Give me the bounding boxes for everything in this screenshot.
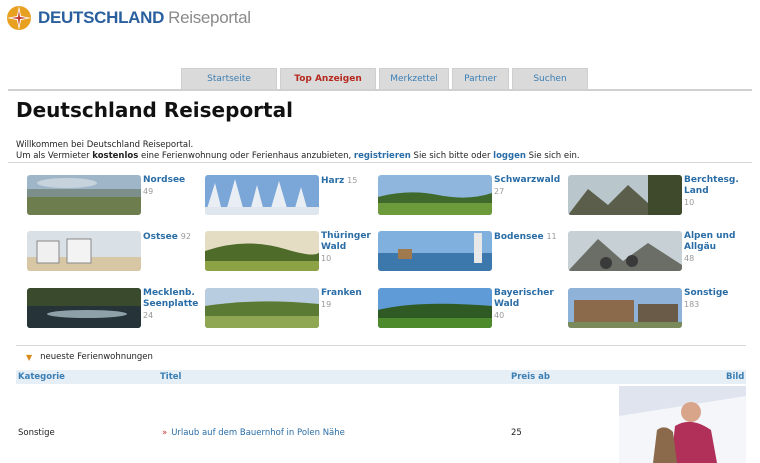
region-sonstige[interactable]: Sonstige 183 [568, 288, 728, 328]
intro-text: Willkommen bei Deutschland Reiseportal. … [16, 140, 580, 162]
tab-top-anzeigen[interactable]: Top Anzeigen [280, 68, 376, 89]
region-thumbnail[interactable] [205, 175, 319, 215]
region-thumbnail[interactable] [205, 231, 319, 271]
row-category: Sonstige [18, 428, 55, 438]
login-link[interactable]: loggen [493, 151, 526, 161]
logo-text: DEUTSCHLAND Reiseportal [38, 8, 251, 28]
intro-text-part: eine Ferienwohnung oder Ferienhaus anzub… [138, 151, 354, 161]
intro-text-part: Sie sich bitte oder [410, 151, 494, 161]
region-name[interactable]: Sonstige [684, 288, 728, 299]
region-thumbnail[interactable] [378, 231, 492, 271]
column-titel[interactable]: Titel [160, 372, 181, 382]
region-nordsee[interactable]: Nordsee 49 [27, 175, 185, 215]
row-title-text[interactable]: Urlaub auf dem Bauernhof in Polen Nähe [171, 428, 345, 438]
intro-text-part: Um als Vermieter [16, 151, 93, 161]
region-thumbnail[interactable] [27, 288, 141, 328]
region-name[interactable]: Alpen und Allgäu [684, 231, 735, 253]
region-count: 183 [684, 300, 700, 309]
newest-heading[interactable]: ▼ neueste Ferienwohnungen [26, 352, 153, 362]
region-thumbnail[interactable] [568, 231, 682, 271]
column-bild[interactable]: Bild [726, 372, 744, 382]
region-schwarzwald[interactable]: Schwarzwald 27 [378, 175, 560, 215]
region-count: 15 [347, 176, 358, 185]
logo-brand: DEUTSCHLAND [38, 8, 165, 27]
row-thumbnail[interactable] [619, 386, 746, 463]
tab-merkzettel[interactable]: Merkzettel [379, 68, 449, 89]
row-price: 25 [511, 428, 522, 438]
region-count: 19 [321, 300, 332, 309]
region-count: 40 [494, 311, 505, 320]
region-name[interactable]: Thüringer Wald [321, 231, 371, 253]
region-count: 10 [684, 198, 695, 207]
intro-divider [8, 162, 752, 163]
region-name[interactable]: Berchtesg. Land [684, 175, 739, 197]
intro-text-part: Sie sich ein. [525, 151, 580, 161]
region-count: 10 [321, 254, 332, 263]
region-count: 24 [143, 311, 154, 320]
region-thumbnail[interactable] [27, 175, 141, 215]
intro-vermieter: Um als Vermieter kostenlos eine Ferienwo… [16, 151, 580, 162]
region-name[interactable]: Schwarzwald [494, 175, 560, 186]
region-bodensee[interactable]: Bodensee 11 [378, 231, 557, 271]
tab-partner[interactable]: Partner [452, 68, 509, 89]
region-count: 11 [546, 232, 557, 241]
region-thumbnail[interactable] [27, 231, 141, 271]
region-thumbnail[interactable] [378, 175, 492, 215]
region-thumbnail[interactable] [568, 175, 682, 215]
row-title-link[interactable]: » Urlaub auf dem Bauernhof in Polen Nähe [162, 428, 345, 438]
region-thueringer-wald[interactable]: Thüringer Wald 10 [205, 231, 371, 271]
region-alpen-allgaeu[interactable]: Alpen und Allgäu 48 [568, 231, 735, 271]
tab-suchen[interactable]: Suchen [512, 68, 588, 89]
region-harz[interactable]: Harz 15 [205, 175, 357, 215]
intro-welcome: Willkommen bei Deutschland Reiseportal. [16, 140, 194, 150]
double-chevron-right-icon: » [162, 428, 168, 438]
region-name[interactable]: Harz [321, 176, 344, 186]
tab-startseite[interactable]: Startseite [181, 68, 277, 89]
register-link[interactable]: registrieren [354, 151, 411, 161]
region-count: 27 [494, 187, 505, 196]
region-name[interactable]: Bodensee [494, 232, 544, 242]
region-count: 49 [143, 187, 154, 196]
nav-divider [8, 89, 752, 91]
region-name[interactable]: Franken [321, 288, 362, 299]
region-count: 48 [684, 254, 695, 263]
column-kategorie[interactable]: Kategorie [18, 372, 65, 382]
section-divider [16, 345, 746, 346]
newest-heading-label: neueste Ferienwohnungen [40, 352, 153, 362]
logo-star-icon [7, 6, 31, 30]
region-berchtesgadener-land[interactable]: Berchtesg. Land 10 [568, 175, 739, 215]
region-thumbnail[interactable] [568, 288, 682, 328]
region-ostsee[interactable]: Ostsee 92 [27, 231, 191, 271]
region-count: 92 [180, 232, 191, 241]
intro-kostenlos: kostenlos [92, 151, 139, 161]
site-logo[interactable]: DEUTSCHLAND Reiseportal [6, 4, 251, 32]
column-preis[interactable]: Preis ab [511, 372, 550, 382]
region-name[interactable]: Nordsee [143, 175, 185, 186]
main-navigation: Startseite Top Anzeigen Merkzettel Partn… [181, 68, 588, 89]
page-title: Deutschland Reiseportal [16, 98, 293, 122]
region-name[interactable]: Mecklenb. Seenplatte [143, 288, 198, 310]
region-thumbnail[interactable] [205, 288, 319, 328]
chevron-down-icon: ▼ [26, 352, 33, 362]
region-name[interactable]: Ostsee [143, 232, 178, 242]
listings-table-header [16, 370, 746, 384]
region-name[interactable]: Bayerischer Wald [494, 288, 554, 310]
region-franken[interactable]: Franken 19 [205, 288, 362, 328]
logo-subtitle: Reiseportal [168, 8, 251, 27]
region-thumbnail[interactable] [378, 288, 492, 328]
region-bayerischer-wald[interactable]: Bayerischer Wald 40 [378, 288, 554, 328]
region-mecklenburg-seenplatte[interactable]: Mecklenb. Seenplatte 24 [27, 288, 198, 328]
